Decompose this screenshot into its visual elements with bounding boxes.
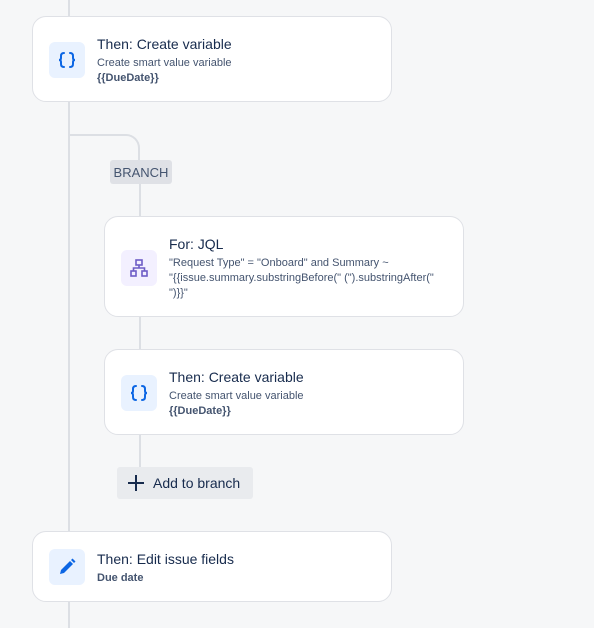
step-title: Then: Create variable [169,369,304,385]
step-value: Due date [97,572,144,584]
braces-icon [49,42,85,78]
add-to-branch-button[interactable]: Add to branch [117,467,253,499]
connector-branch-3 [139,434,141,468]
connector-main [68,101,70,532]
step-value: {{DueDate}} [169,405,231,417]
jql-line-2: "{{issue.summary.substringBefore(" (").s… [169,272,434,284]
step-value: {{DueDate}} [97,72,159,84]
edit-issue-fields-step[interactable]: Then: Edit issue fields Due date [32,531,392,602]
step-description: Create smart value variable [169,390,304,402]
step-description: Create smart value variable [97,57,232,69]
step-title: Then: Create variable [97,36,232,52]
step-title: For: JQL [169,236,224,252]
for-jql-step[interactable]: For: JQL "Request Type" = "Onboard" and … [104,216,464,317]
connector-bottom [68,601,70,628]
add-to-branch-label: Add to branch [153,475,241,491]
pencil-icon [49,549,85,585]
connector-top [68,0,70,17]
plus-icon [127,474,145,492]
braces-icon [121,375,157,411]
jql-line-3: ")}}" [169,287,188,299]
jql-line-1: "Request Type" = "Onboard" and Summary ~ [169,257,389,269]
hierarchy-icon [121,250,157,286]
connector-branch-1 [139,184,141,217]
connector-branch-2 [139,316,141,350]
create-variable-step-2[interactable]: Then: Create variable Create smart value… [104,349,464,435]
create-variable-step-1[interactable]: Then: Create variable Create smart value… [32,16,392,102]
branch-label: BRANCH [110,160,172,184]
step-title: Then: Edit issue fields [97,551,234,567]
connector-branch-curve [110,134,140,160]
